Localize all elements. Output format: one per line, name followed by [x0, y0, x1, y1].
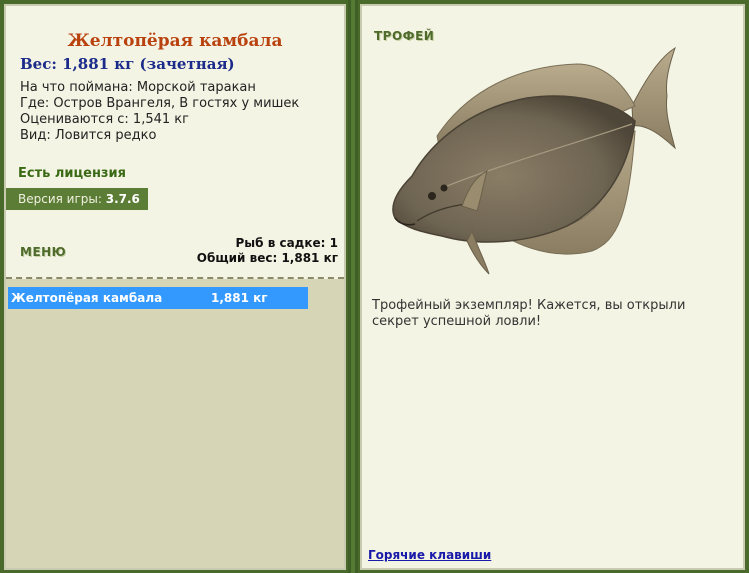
fish-info-panel: Желтопёрая камбала Вес: 1,881 кг (зачетн…: [4, 4, 346, 570]
rarity-info: Вид: Ловится редко: [20, 128, 157, 143]
version-bar: Версия игры: 3.7.6: [6, 188, 148, 210]
license-status: Есть лицензия: [18, 166, 126, 181]
version-label: Версия игры:: [18, 192, 102, 206]
menu-button[interactable]: МЕНЮ: [20, 245, 66, 259]
location-info: Где: Остров Врангеля, В гостях у мишек: [20, 96, 300, 111]
panel-divider: [348, 0, 358, 573]
version-value: 3.7.6: [105, 192, 140, 206]
price-info: Оцениваются с: 1,541 кг: [20, 112, 189, 127]
fish-count: Рыб в садке: 1: [235, 236, 339, 250]
list-item[interactable]: Желтопёрая камбала 1,881 кг: [8, 287, 308, 309]
fish-image: [392, 46, 676, 275]
catch-stats: Рыб в садке: 1 Общий вес: 1,881 кг: [197, 236, 338, 266]
hotkeys-link[interactable]: Горячие клавиши: [368, 548, 491, 562]
catch-list: Желтопёрая камбала 1,881 кг: [6, 279, 344, 568]
fish-name-title: Желтопёрая камбала: [67, 31, 283, 51]
list-item-weight: 1,881 кг: [211, 291, 268, 305]
list-item-name: Желтопёрая камбала: [11, 291, 163, 305]
fish-weight: Вес: 1,881 кг (зачетная): [20, 55, 235, 73]
trophy-message: Трофейный экземпляр! Кажется, вы открыли…: [372, 298, 686, 329]
trophy-panel: ТРОФЕЙ Трофейный экземпляр! Кажется, вы …: [360, 4, 745, 570]
total-weight: Общий вес: 1,881 кг: [196, 251, 338, 265]
bait-info: На что поймана: Морской таракан: [20, 80, 256, 95]
